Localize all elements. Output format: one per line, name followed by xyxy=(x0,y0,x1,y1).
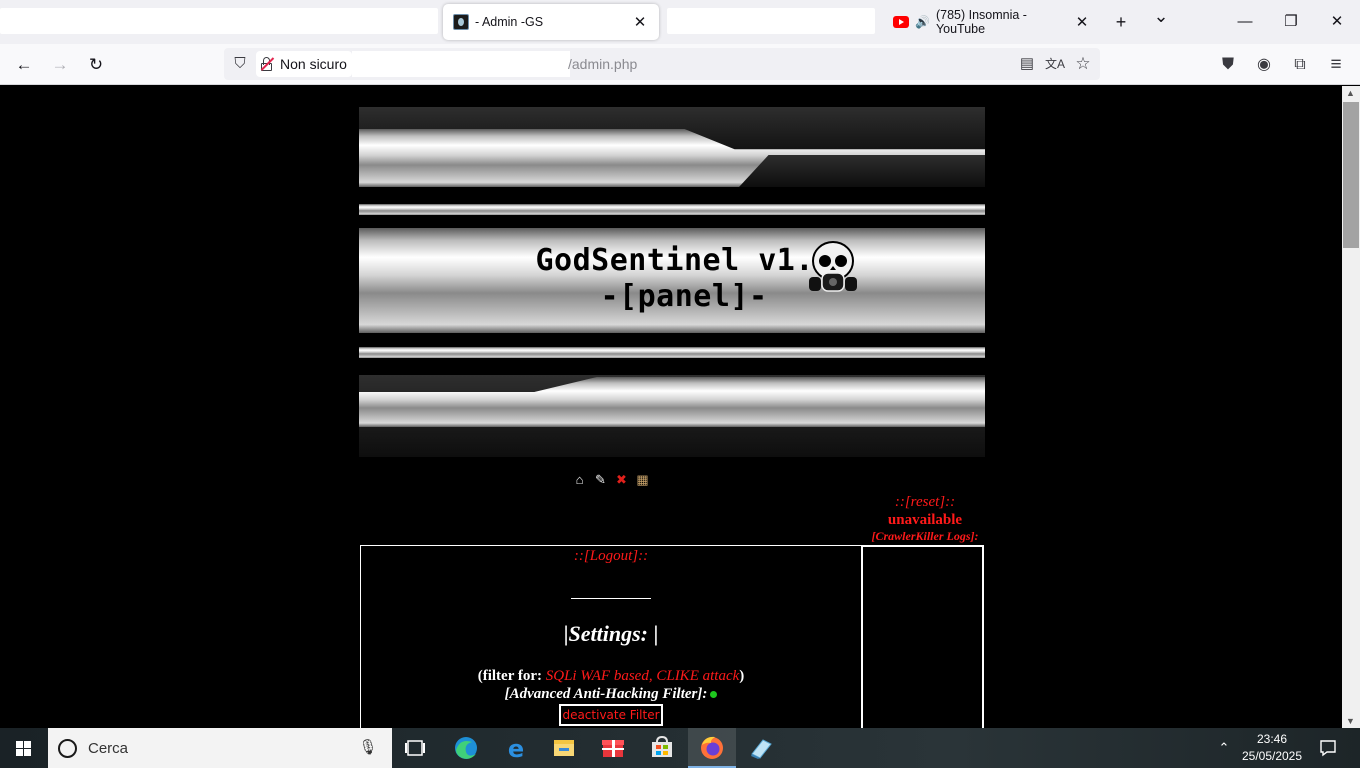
advanced-filter-row: [Advanced Anti-Hacking Filter]: xyxy=(361,686,861,703)
header-banner: GodSentinel v1.0 -[panel]- xyxy=(359,107,985,457)
reader-view-icon[interactable]: ▤ xyxy=(1017,54,1037,74)
delete-icon[interactable]: ✖ xyxy=(614,472,629,487)
notification-center-icon[interactable] xyxy=(1318,738,1338,758)
tab-blank-left[interactable] xyxy=(0,8,438,34)
edge-icon[interactable] xyxy=(442,728,490,768)
filter-close: ) xyxy=(739,668,745,684)
account-icon[interactable]: ◉ xyxy=(1253,54,1275,76)
deactivate-filter-button[interactable]: deactivate Filter xyxy=(559,704,663,726)
home-icon[interactable]: ⌂ xyxy=(572,472,587,487)
microphone-icon[interactable]: 🎙 xyxy=(358,738,378,758)
file-explorer-icon[interactable] xyxy=(540,728,588,768)
restore-button[interactable]: ❐ xyxy=(1268,0,1314,44)
crawlerkiller-logs-title: [CrawlerKiller Logs]: xyxy=(871,529,979,543)
security-label: Non sicuro xyxy=(280,56,347,72)
status-dot-icon xyxy=(710,691,718,699)
gift-icon[interactable] xyxy=(589,728,637,768)
settings-title: Settings: xyxy=(568,621,648,646)
page-content: GodSentinel v1.0 -[panel]- ⌂ ✎ ✖ ▦ ::[re… xyxy=(0,86,1342,728)
youtube-icon xyxy=(893,16,909,28)
admin-icon-toolbar: ⌂ ✎ ✖ ▦ xyxy=(572,472,650,487)
cortana-icon xyxy=(58,738,77,758)
tracking-protection-shield-icon[interactable]: ⛉ xyxy=(231,54,249,74)
reload-button[interactable]: ↻ xyxy=(81,50,111,80)
advanced-filter-label: [Advanced Anti-Hacking Filter]: xyxy=(504,686,708,702)
tab-blank-middle[interactable] xyxy=(667,8,875,34)
filter-types: SQLi WAF based, CLIKE attack xyxy=(545,668,740,684)
tab-title: (785) Insomnia - YouTube xyxy=(935,8,1027,36)
site-favicon-icon xyxy=(453,14,469,30)
scroll-up-arrow-icon[interactable]: ▲ xyxy=(1346,88,1355,98)
scroll-down-arrow-icon[interactable]: ▼ xyxy=(1346,716,1355,726)
translate-icon[interactable]: 文A xyxy=(1045,54,1065,74)
right-info-panel: ::[reset]:: unavailable [CrawlerKiller L… xyxy=(862,494,988,544)
minimize-button[interactable]: — xyxy=(1222,0,1268,44)
clock-date: 25/05/2025 xyxy=(1241,749,1303,763)
navigation-toolbar: ← → ↻ ⛉ Non sicuro /admin.php ▤ 文A ☆ ⛊ ◉… xyxy=(0,44,1360,85)
chevron-up-icon[interactable]: ⌃ xyxy=(1214,738,1234,758)
crawlerkiller-logs-box xyxy=(861,545,984,728)
skull-gasmask-icon xyxy=(809,241,857,292)
settings-panel: ::[Logout]:: |Settings: | (filter for: S… xyxy=(360,545,862,728)
windows-start-icon[interactable] xyxy=(0,728,48,768)
bookmark-star-icon[interactable]: ☆ xyxy=(1073,54,1093,74)
edit-icon[interactable]: ✎ xyxy=(593,472,608,487)
scrollbar-thumb[interactable] xyxy=(1343,102,1359,248)
url-text[interactable]: /admin.php xyxy=(568,56,637,72)
task-view-icon[interactable] xyxy=(392,728,440,768)
windows-icon[interactable]: ▦ xyxy=(635,472,650,487)
tab-youtube[interactable]: 🔊 (785) Insomnia - YouTube ✕ xyxy=(887,4,1097,40)
windows-taskbar: Cerca 🎙 e ⌃ 23:46 25/05/2025 xyxy=(0,728,1360,768)
tab-strip: - Admin -GS ✕ 🔊 (785) Insomnia - YouTube… xyxy=(0,0,1360,44)
tab-list-button[interactable]: ⌄ xyxy=(1147,2,1175,30)
edge-legacy-icon[interactable]: e xyxy=(492,728,540,768)
divider xyxy=(571,598,651,599)
insecure-lock-icon xyxy=(260,57,275,71)
settings-heading: |Settings: | xyxy=(563,621,659,646)
firefox-icon[interactable] xyxy=(688,728,736,768)
tab-admin[interactable]: - Admin -GS ✕ xyxy=(443,4,659,40)
search-placeholder: Cerca xyxy=(88,739,129,757)
close-tab-icon[interactable]: ✕ xyxy=(1073,13,1091,31)
tab-title: - Admin -GS xyxy=(475,15,544,29)
reset-link[interactable]: ::[reset]:: xyxy=(862,494,988,511)
logout-link[interactable]: ::[Logout]:: xyxy=(361,548,861,565)
address-bar[interactable]: ⛉ Non sicuro /admin.php ▤ 文A ☆ xyxy=(224,48,1100,80)
svg-text:e: e xyxy=(508,735,524,763)
taskbar-clock[interactable]: 23:46 25/05/2025 xyxy=(1238,731,1306,765)
status-text: unavailable xyxy=(887,512,963,528)
extensions-icon[interactable]: ⧉ xyxy=(1289,54,1311,76)
clock-time: 23:46 xyxy=(1256,732,1288,746)
page-scrollbar[interactable]: ▲ ▼ xyxy=(1342,86,1360,728)
forward-button[interactable]: → xyxy=(45,50,75,80)
speaker-icon[interactable]: 🔊 xyxy=(915,15,930,29)
back-button[interactable]: ← xyxy=(9,50,39,80)
pocket-icon[interactable]: ⛊ xyxy=(1217,54,1239,76)
banner-title-line2: -[panel]- xyxy=(600,279,768,314)
menu-icon[interactable]: ≡ xyxy=(1325,54,1347,76)
site-security-indicator[interactable]: Non sicuro xyxy=(256,51,352,77)
banner-title-line1: GodSentinel v1.0 xyxy=(535,243,833,278)
banner-title: GodSentinel v1.0 -[panel]- xyxy=(359,243,985,315)
new-tab-button[interactable]: + xyxy=(1107,8,1135,36)
filter-open: (filter for: xyxy=(477,668,546,684)
url-redaction xyxy=(352,51,570,77)
filter-description: (filter for: SQLi WAF based, CLIKE attac… xyxy=(361,668,861,685)
taskbar-search-box[interactable]: Cerca 🎙 xyxy=(48,728,392,768)
notepad-icon[interactable] xyxy=(737,728,785,768)
close-window-button[interactable]: ✕ xyxy=(1314,0,1360,44)
store-icon[interactable] xyxy=(638,728,686,768)
close-tab-icon[interactable]: ✕ xyxy=(631,13,649,31)
